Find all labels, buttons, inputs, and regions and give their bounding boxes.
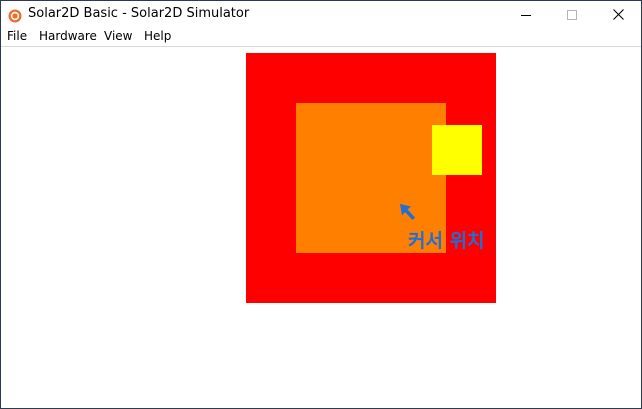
cursor-arrow-icon xyxy=(396,200,418,222)
maximize-icon xyxy=(567,9,577,20)
minimize-icon xyxy=(521,10,531,20)
menu-help[interactable]: Help xyxy=(144,29,171,43)
inner-yellow-square xyxy=(432,125,482,175)
solar2d-app-icon xyxy=(8,8,22,23)
close-button[interactable] xyxy=(595,1,641,28)
menu-hardware[interactable]: Hardware xyxy=(39,29,97,43)
window-title: Solar2D Basic - Solar2D Simulator xyxy=(28,6,250,21)
simulator-window: Solar2D Basic - Solar2D Simulator File H… xyxy=(0,0,642,409)
minimize-button[interactable] xyxy=(503,1,549,28)
cursor-position-label: 커서 위치 xyxy=(408,230,485,252)
maximize-button[interactable] xyxy=(549,1,595,28)
menu-file[interactable]: File xyxy=(7,29,27,43)
menu-bar: File Hardware View Help xyxy=(1,28,641,46)
menu-view[interactable]: View xyxy=(104,29,132,43)
title-bar[interactable]: Solar2D Basic - Solar2D Simulator xyxy=(1,1,641,28)
close-icon xyxy=(612,9,624,20)
simulator-canvas[interactable]: 커서 위치 xyxy=(1,47,641,408)
